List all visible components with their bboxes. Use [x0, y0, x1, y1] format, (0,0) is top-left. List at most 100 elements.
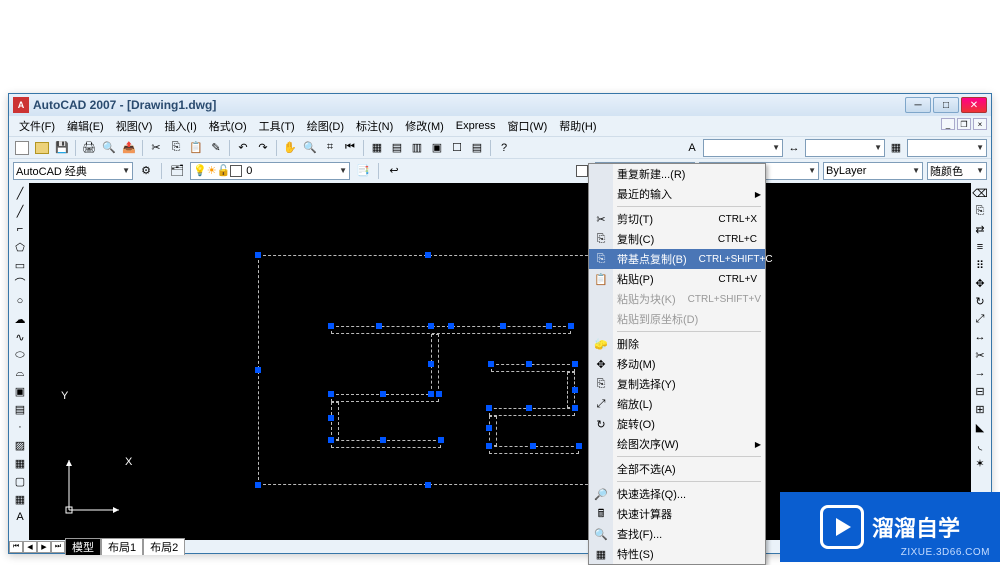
context-menu-item[interactable]: ⎘复制(C)CTRL+C: [589, 229, 765, 249]
selection-grip[interactable]: [572, 387, 578, 393]
move-tool[interactable]: ✥: [972, 275, 988, 291]
trim-tool[interactable]: ✂: [972, 347, 988, 363]
ellipse-tool[interactable]: ⬭: [12, 347, 28, 363]
tab-model[interactable]: 模型: [65, 538, 101, 555]
menu-express[interactable]: Express: [450, 118, 502, 134]
matchprop-button[interactable]: ✎: [207, 139, 225, 157]
context-menu-item[interactable]: 重复新建...(R): [589, 164, 765, 184]
zoom-rt-button[interactable]: 🔍: [301, 139, 319, 157]
selection-grip[interactable]: [438, 437, 444, 443]
region-tool[interactable]: ▢: [12, 473, 28, 489]
minimize-button[interactable]: ─: [905, 97, 931, 113]
tab-layout2[interactable]: 布局2: [143, 538, 185, 555]
selection-grip[interactable]: [328, 323, 334, 329]
selection-grip[interactable]: [568, 323, 574, 329]
point-tool[interactable]: ·: [12, 419, 28, 435]
help-button[interactable]: ?: [495, 139, 513, 157]
menu-help[interactable]: 帮助(H): [553, 116, 602, 136]
lineweight-dropdown[interactable]: ByLayer▼: [823, 162, 923, 180]
open-button[interactable]: [33, 139, 51, 157]
selection-grip[interactable]: [546, 323, 552, 329]
context-menu-item[interactable]: 最近的输入▶: [589, 184, 765, 204]
selection-grip[interactable]: [255, 252, 261, 258]
menu-view[interactable]: 视图(V): [110, 116, 159, 136]
copy-button[interactable]: ⎘: [167, 139, 185, 157]
context-menu-item[interactable]: ⤢缩放(L): [589, 394, 765, 414]
doc-close-button[interactable]: ×: [973, 118, 987, 130]
plotstyle-dropdown[interactable]: 随颜色▼: [927, 162, 987, 180]
cut-button[interactable]: ✂: [147, 139, 165, 157]
tab-last-button[interactable]: ⏭: [51, 541, 65, 553]
calc-button[interactable]: ▤: [468, 139, 486, 157]
close-button[interactable]: ✕: [961, 97, 987, 113]
selection-grip[interactable]: [428, 323, 434, 329]
selection-grip[interactable]: [436, 391, 442, 397]
doc-restore-button[interactable]: ❐: [957, 118, 971, 130]
context-menu-item[interactable]: 🔍查找(F)...: [589, 524, 765, 544]
mirror-tool[interactable]: ⇄: [972, 221, 988, 237]
menu-dimension[interactable]: 标注(N): [350, 116, 399, 136]
stretch-tool[interactable]: ↔: [972, 329, 988, 345]
textstyle-icon[interactable]: A: [683, 139, 701, 157]
selection-grip[interactable]: [328, 415, 334, 421]
context-menu-item[interactable]: 🖩快速计算器: [589, 504, 765, 524]
layer-dropdown[interactable]: 💡 ☀ 🔓 0 ▼: [190, 162, 350, 180]
pan-button[interactable]: ✋: [281, 139, 299, 157]
paste-button[interactable]: 📋: [187, 139, 205, 157]
selection-grip[interactable]: [572, 405, 578, 411]
context-menu-item[interactable]: ✥移动(M): [589, 354, 765, 374]
undo-button[interactable]: ↶: [234, 139, 252, 157]
selection-grip[interactable]: [500, 323, 506, 329]
hatch-tool[interactable]: ▨: [12, 437, 28, 453]
new-button[interactable]: [13, 139, 31, 157]
layer-states-button[interactable]: 📑: [354, 162, 372, 180]
redo-button[interactable]: ↷: [254, 139, 272, 157]
dimstyle-dropdown[interactable]: ▼: [805, 139, 885, 157]
properties-button[interactable]: ▦: [368, 139, 386, 157]
menu-format[interactable]: 格式(O): [203, 116, 253, 136]
array-tool[interactable]: ⠿: [972, 257, 988, 273]
textstyle-dropdown[interactable]: ▼: [703, 139, 783, 157]
ssm-button[interactable]: ▣: [428, 139, 446, 157]
selection-grip[interactable]: [486, 405, 492, 411]
selection-grip[interactable]: [425, 482, 431, 488]
rectangle-tool[interactable]: ▭: [12, 257, 28, 273]
selection-grip[interactable]: [530, 443, 536, 449]
context-menu-item[interactable]: ↻旋转(O): [589, 414, 765, 434]
extend-tool[interactable]: →: [972, 365, 988, 381]
selection-grip[interactable]: [380, 391, 386, 397]
maximize-button[interactable]: □: [933, 97, 959, 113]
context-menu-item[interactable]: 🧽删除: [589, 334, 765, 354]
print-button[interactable]: 🖨: [80, 139, 98, 157]
selection-grip[interactable]: [526, 405, 532, 411]
preview-button[interactable]: 🔍: [100, 139, 118, 157]
tablestyle-dropdown[interactable]: ▼: [907, 139, 987, 157]
zoom-prev-button[interactable]: ⏮: [341, 139, 359, 157]
layer-prev-button[interactable]: ↩: [385, 162, 403, 180]
selection-grip[interactable]: [448, 323, 454, 329]
menu-modify[interactable]: 修改(M): [399, 116, 450, 136]
make-block-tool[interactable]: ▤: [12, 401, 28, 417]
tab-layout1[interactable]: 布局1: [101, 538, 143, 555]
selection-grip[interactable]: [425, 252, 431, 258]
dimstyle-icon[interactable]: ↔: [785, 139, 803, 157]
fillet-tool[interactable]: ◟: [972, 437, 988, 453]
copy-tool[interactable]: ⎘: [972, 203, 988, 219]
tab-prev-button[interactable]: ◀: [23, 541, 37, 553]
workspace-dropdown[interactable]: AutoCAD 经典▼: [13, 162, 133, 180]
selection-grip[interactable]: [428, 361, 434, 367]
gradient-tool[interactable]: ▦: [12, 455, 28, 471]
table-tool[interactable]: ▦: [12, 491, 28, 507]
spline-tool[interactable]: ∿: [12, 329, 28, 345]
join-tool[interactable]: ⊞: [972, 401, 988, 417]
drawing-area[interactable]: X Y: [29, 183, 971, 540]
tab-next-button[interactable]: ▶: [37, 541, 51, 553]
context-menu-item[interactable]: ▦特性(S): [589, 544, 765, 564]
chamfer-tool[interactable]: ◣: [972, 419, 988, 435]
arc-tool[interactable]: ⌒: [12, 275, 28, 291]
selection-grip[interactable]: [376, 323, 382, 329]
offset-tool[interactable]: ≡: [972, 239, 988, 255]
menu-window[interactable]: 窗口(W): [502, 116, 554, 136]
ellipsearc-tool[interactable]: ⌓: [12, 365, 28, 381]
selection-grip[interactable]: [428, 391, 434, 397]
